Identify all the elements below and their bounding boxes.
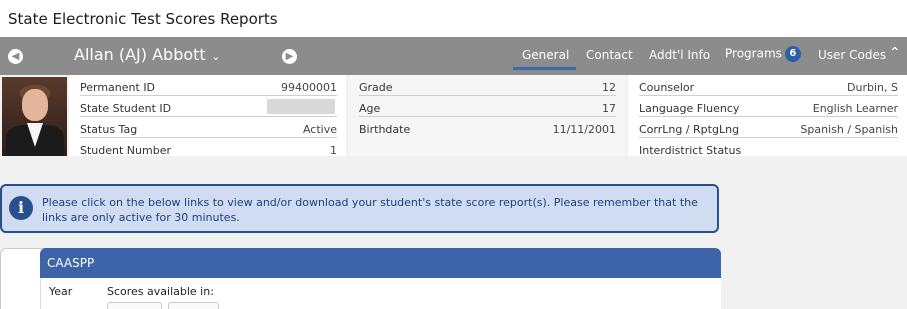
student-name-dropdown[interactable]: Allan (AJ) Abbott ⌄ bbox=[74, 45, 220, 64]
arrow-left-icon[interactable]: ◀ bbox=[8, 49, 23, 64]
info-value: Durbin, S bbox=[847, 81, 898, 94]
page-title: State Electronic Test Scores Reports bbox=[8, 10, 278, 28]
info-row-corrlng-rptglng: CorrLng / RptgLng Spanish / Spanish bbox=[639, 117, 898, 138]
redacted-value bbox=[267, 99, 335, 114]
info-value: 17 bbox=[602, 102, 616, 115]
info-row-permanent-id: Permanent ID 99400001 bbox=[80, 75, 337, 96]
info-value: 11/11/2001 bbox=[552, 123, 616, 136]
info-row-grade: Grade 12 bbox=[359, 75, 616, 96]
student-navbar: ◀ Allan (AJ) Abbott ⌄ ▶ General Contact … bbox=[0, 37, 907, 75]
info-label: Status Tag bbox=[80, 123, 138, 136]
title-bar: State Electronic Test Scores Reports bbox=[0, 0, 907, 37]
info-label: Student Number bbox=[80, 144, 171, 157]
panel-title: CAASPP bbox=[47, 256, 95, 270]
info-label: Grade bbox=[359, 81, 393, 94]
info-value: English Learner bbox=[812, 102, 898, 115]
info-label: Age bbox=[359, 102, 381, 115]
caaspp-panel-header[interactable]: CAASPP bbox=[40, 248, 721, 278]
alert-message: Please click on the below links to view … bbox=[42, 196, 698, 224]
chevron-up-icon[interactable]: ⌃ bbox=[889, 45, 901, 61]
info-row-counselor: Counselor Durbin, S bbox=[639, 75, 898, 96]
info-label: Language Fluency bbox=[639, 102, 740, 115]
info-value: 99400001 bbox=[281, 81, 337, 94]
info-value: Active bbox=[302, 123, 337, 136]
info-value: Spanish / Spanish bbox=[800, 123, 898, 136]
info-row-language-fluency: Language Fluency English Learner bbox=[639, 96, 898, 117]
info-row-student-number: Student Number 1 bbox=[80, 138, 337, 159]
tab-user-codes[interactable]: User Codes bbox=[818, 48, 886, 62]
tab-addtl-info[interactable]: Addt'l Info bbox=[649, 48, 710, 62]
info-label: Birthdate bbox=[359, 123, 411, 136]
chevron-down-icon: ⌄ bbox=[207, 50, 221, 63]
caaspp-panel-body: Year Scores available in: bbox=[40, 278, 721, 309]
info-row-age: Age 17 bbox=[359, 96, 616, 117]
score-link-button[interactable] bbox=[107, 302, 162, 309]
column-header-year: Year bbox=[49, 285, 73, 298]
student-name: Allan (AJ) Abbott bbox=[74, 45, 206, 64]
info-label: Permanent ID bbox=[80, 81, 156, 94]
score-link-button[interactable] bbox=[168, 302, 219, 309]
arrow-right-icon[interactable]: ▶ bbox=[282, 49, 297, 64]
info-row-status-tag: Status Tag Active bbox=[80, 117, 337, 138]
info-icon: i bbox=[9, 196, 33, 220]
info-label: Counselor bbox=[639, 81, 695, 94]
info-value: 12 bbox=[602, 81, 616, 94]
programs-count-badge: 6 bbox=[784, 46, 801, 62]
column-header-scores: Scores available in: bbox=[107, 285, 214, 298]
tab-programs[interactable]: Programs 6 bbox=[725, 46, 801, 62]
info-alert: i Please click on the below links to vie… bbox=[0, 184, 719, 233]
info-value: 1 bbox=[330, 144, 337, 157]
student-info-column-1: Permanent ID 99400001 State Student ID S… bbox=[69, 75, 346, 159]
info-row-birthdate: Birthdate 11/11/2001 bbox=[359, 117, 616, 138]
info-row-interdistrict-status: Interdistrict Status bbox=[639, 138, 898, 159]
active-tab-indicator bbox=[513, 67, 576, 70]
info-row-state-student-id: State Student ID bbox=[80, 96, 337, 117]
tab-programs-label: Programs bbox=[725, 46, 782, 61]
tab-contact[interactable]: Contact bbox=[586, 48, 633, 62]
student-photo bbox=[2, 77, 67, 156]
info-label: CorrLng / RptgLng bbox=[639, 123, 740, 136]
info-label: State Student ID bbox=[80, 102, 172, 115]
student-info-column-2: Grade 12 Age 17 Birthdate 11/11/2001 bbox=[348, 75, 625, 156]
info-label: Interdistrict Status bbox=[639, 144, 742, 157]
tab-general[interactable]: General bbox=[522, 48, 569, 62]
student-info-column-3: Counselor Durbin, S Language Fluency Eng… bbox=[628, 75, 907, 159]
